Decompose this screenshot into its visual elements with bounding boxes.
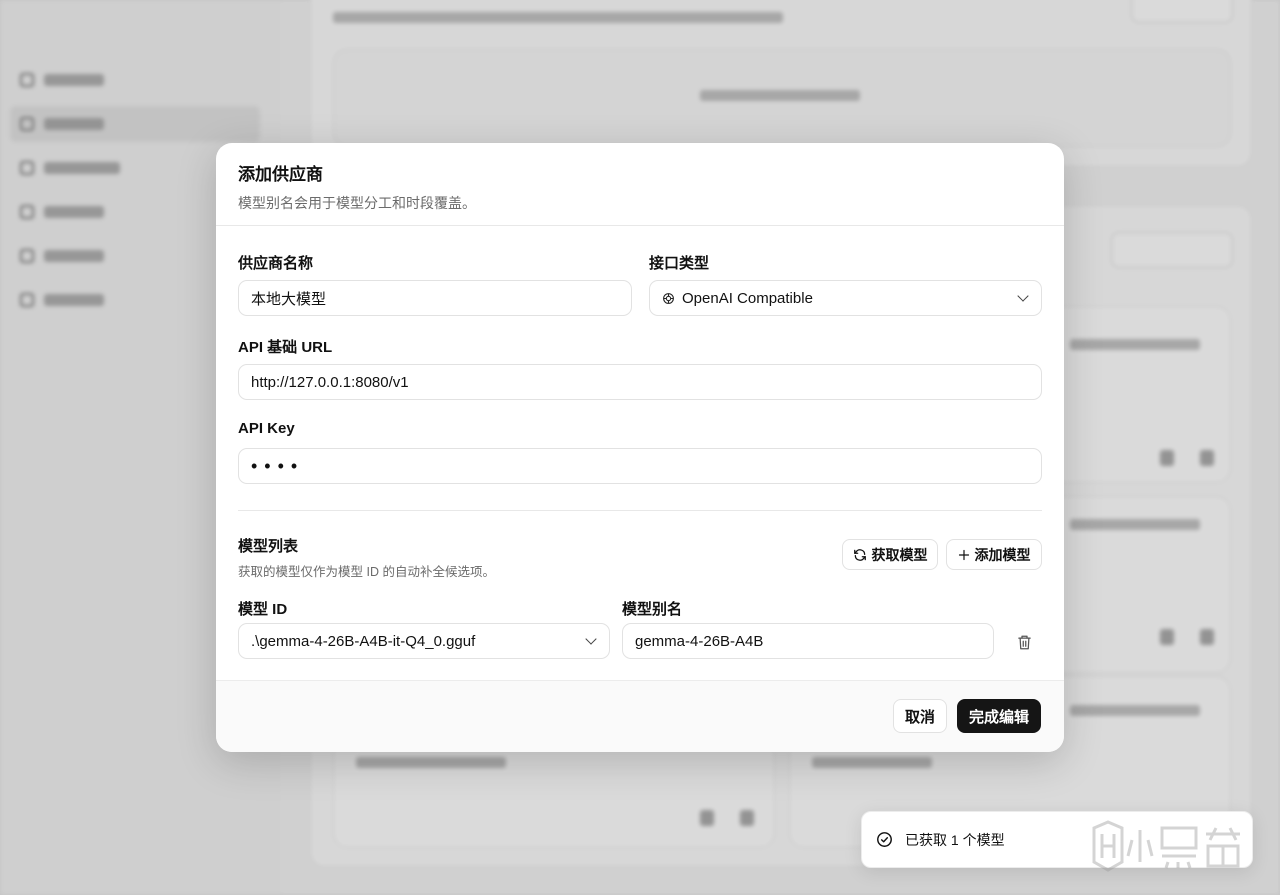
refresh-icon — [853, 548, 866, 561]
dialog-subtitle: 模型别名会用于模型分工和时段覆盖。 — [238, 195, 476, 211]
fetch-models-label: 获取模型 — [871, 546, 928, 563]
done-label: 完成编辑 — [968, 708, 1029, 726]
base-url-label: API 基础 URL — [238, 339, 333, 356]
provider-name-label: 供应商名称 — [238, 255, 314, 272]
api-type-value: OpenAI Compatible — [682, 289, 813, 307]
done-editing-button[interactable]: 完成编辑 — [957, 699, 1041, 733]
add-model-button[interactable]: 添加模型 — [946, 539, 1042, 570]
provider-name-input[interactable] — [251, 289, 619, 307]
models-hint: 获取的模型仅作为模型 ID 的自动补全候选项。 — [238, 565, 495, 579]
plus-icon — [958, 549, 969, 560]
api-type-label: 接口类型 — [649, 255, 710, 272]
provider-name-field[interactable] — [238, 280, 632, 316]
dialog-header: 添加供应商 模型别名会用于模型分工和时段覆盖。 — [216, 143, 1064, 226]
api-key-masked-value[interactable]: •••• — [251, 456, 304, 477]
models-title: 模型列表 — [238, 538, 299, 555]
model-alias-field[interactable] — [622, 623, 994, 659]
trash-icon — [1017, 635, 1031, 649]
model-alias-label: 模型别名 — [622, 601, 683, 618]
toast-message: 已获取 1 个模型 — [905, 831, 1005, 848]
cancel-label: 取消 — [904, 708, 935, 726]
section-divider — [238, 510, 1042, 511]
cancel-button[interactable]: 取消 — [893, 699, 947, 733]
model-id-label: 模型 ID — [238, 601, 288, 618]
dialog-title: 添加供应商 — [238, 165, 323, 184]
model-id-combobox[interactable]: .\gemma-4-26B-A4B-it-Q4_0.gguf — [238, 623, 610, 659]
check-circle-icon — [877, 832, 892, 847]
add-model-label: 添加模型 — [974, 546, 1031, 563]
watermark-logo-icon — [1092, 820, 1240, 872]
chevron-down-icon — [585, 633, 597, 645]
dialog-footer: 取消 完成编辑 — [216, 680, 1064, 752]
fetch-models-button[interactable]: 获取模型 — [842, 539, 938, 570]
model-alias-input[interactable] — [635, 632, 981, 650]
api-type-select[interactable]: OpenAI Compatible — [649, 280, 1042, 316]
base-url-field[interactable] — [238, 364, 1042, 400]
api-key-field[interactable]: •••• — [238, 448, 1042, 484]
api-key-label: API Key — [238, 420, 295, 437]
chevron-down-icon — [1017, 290, 1029, 302]
openai-icon — [663, 292, 674, 304]
delete-model-button[interactable] — [1014, 632, 1034, 652]
base-url-input[interactable] — [251, 373, 1029, 391]
model-id-value: .\gemma-4-26B-A4B-it-Q4_0.gguf — [251, 632, 476, 650]
add-provider-dialog: 添加供应商 模型别名会用于模型分工和时段覆盖。 供应商名称 接口类型 OpenA… — [216, 143, 1064, 752]
